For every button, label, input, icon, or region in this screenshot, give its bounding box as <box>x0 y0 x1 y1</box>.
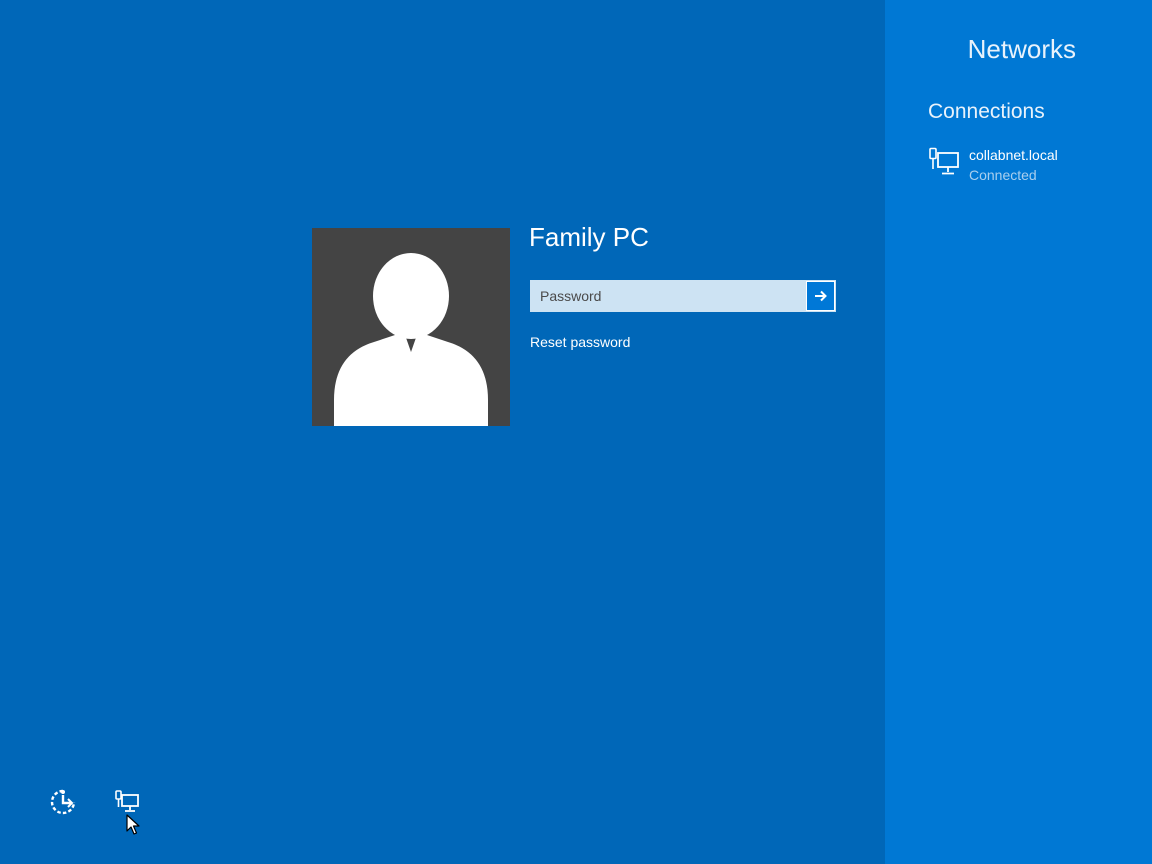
reset-password-link[interactable]: Reset password <box>530 334 630 350</box>
lock-screen: Family PC Reset password Networks Connec… <box>0 0 1152 864</box>
wired-network-icon <box>929 147 959 175</box>
user-avatar <box>312 228 510 426</box>
ease-of-access-icon <box>50 789 76 815</box>
mouse-cursor-icon <box>126 814 140 835</box>
password-input[interactable] <box>531 281 806 311</box>
arrow-right-icon <box>814 290 827 302</box>
ease-of-access-button[interactable] <box>49 788 77 816</box>
networks-panel: Networks Connections collabnet.local Con… <box>885 0 1152 864</box>
network-button[interactable] <box>113 788 141 816</box>
network-icon <box>115 790 139 812</box>
connection-status: Connected <box>969 167 1037 183</box>
user-silhouette-icon <box>334 253 488 426</box>
networks-title: Networks <box>967 34 1076 64</box>
user-name: Family PC <box>529 222 649 252</box>
connection-item[interactable]: collabnet.local Connected <box>928 145 1128 187</box>
connection-name: collabnet.local <box>969 147 1058 163</box>
submit-arrow-button[interactable] <box>806 281 835 311</box>
connections-heading: Connections <box>928 100 1045 123</box>
password-field-container <box>530 280 836 312</box>
